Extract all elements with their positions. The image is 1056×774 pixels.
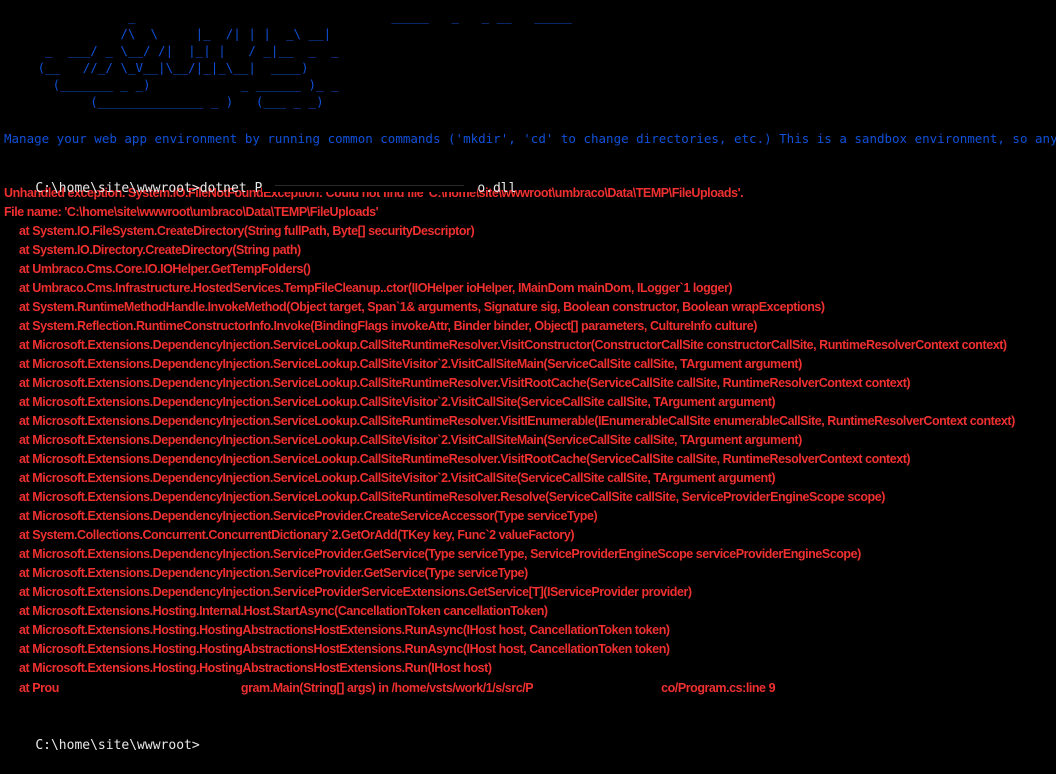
command-prompt-line[interactable]: C:\home\site\wwwroot>dotnet P o.dll (0, 159, 1056, 196)
stack-frame: at Microsoft.Extensions.DependencyInject… (19, 433, 802, 447)
stack-frame: at Microsoft.Extensions.DependencyInject… (19, 395, 776, 409)
command-prefix: dotnet P (199, 181, 263, 196)
stack-frame: at Microsoft.Extensions.DependencyInject… (19, 471, 776, 485)
last-frame-part3: co/Program.cs:line 9 (661, 681, 776, 695)
redacted-command-segment (262, 178, 478, 192)
stack-frame: at System.Collections.Concurrent.Concurr… (19, 528, 575, 542)
stack-frame: at System.Reflection.RuntimeConstructorI… (19, 319, 757, 333)
prompt-path: C:\home\site\wwwroot> (35, 181, 200, 196)
stack-frame: at Microsoft.Extensions.DependencyInject… (19, 376, 911, 390)
stack-frame: at System.RuntimeMethodHandle.InvokeMeth… (19, 300, 825, 314)
final-prompt-path: C:\home\site\wwwroot> (35, 738, 200, 753)
stack-frame: at Microsoft.Extensions.Hosting.Internal… (19, 604, 548, 618)
stack-frame: at Microsoft.Extensions.Hosting.HostingA… (19, 642, 670, 656)
stack-frame: at Microsoft.Extensions.DependencyInject… (19, 585, 692, 599)
last-frame-part1: at Prou (19, 681, 59, 695)
command-suffix: o.dll (477, 181, 517, 196)
stack-frame: at Microsoft.Extensions.DependencyInject… (19, 566, 528, 580)
stack-frame: at Microsoft.Extensions.DependencyInject… (19, 509, 598, 523)
exception-output: Unhandled exception. System.IO.FileNotFo… (0, 184, 1056, 697)
azure-ascii-banner: _ _____ _ _ __ _____ /\ \ |_ /| | | _\ _… (37, 9, 572, 109)
stack-frame: at Microsoft.Extensions.DependencyInject… (19, 357, 802, 371)
stack-frame-redacted: at Prou gram.Main(String[] args) in /home… (4, 678, 1056, 697)
final-prompt-line[interactable]: C:\home\site\wwwroot> (0, 717, 1056, 753)
redacted-namespace-segment (58, 678, 241, 692)
output-spacer (0, 697, 1056, 717)
stack-frame: at System.IO.FileSystem.CreateDirectory(… (19, 224, 475, 238)
stack-frame: at Microsoft.Extensions.Hosting.HostingA… (19, 661, 492, 675)
stack-frame: at Microsoft.Extensions.Hosting.HostingA… (19, 623, 670, 637)
stack-frame: at Microsoft.Extensions.DependencyInject… (19, 338, 1007, 352)
stack-frame: at Microsoft.Extensions.DependencyInject… (19, 452, 911, 466)
stack-frame: at Microsoft.Extensions.DependencyInject… (19, 490, 885, 504)
last-frame-part2: gram.Main(String[] args) in /home/vsts/w… (240, 681, 534, 695)
stack-frame: at Umbraco.Cms.Core.IO.IOHelper.GetTempF… (19, 262, 311, 276)
exception-filename-line: File name: 'C:\home\site\wwwroot\umbraco… (4, 205, 379, 219)
stack-frame: at Umbraco.Cms.Infrastructure.HostedServ… (19, 281, 733, 295)
redacted-path-segment (533, 678, 662, 692)
terminal-window: _ _____ _ _ __ _____ /\ \ |_ /| | | _\ _… (0, 0, 1056, 763)
stack-frame: at Microsoft.Extensions.DependencyInject… (19, 547, 861, 561)
sandbox-info-text: Manage your web app environment by runni… (4, 131, 1056, 146)
stack-frame: at System.IO.Directory.CreateDirectory(S… (19, 243, 301, 257)
stack-frame: at Microsoft.Extensions.DependencyInject… (19, 414, 1015, 428)
